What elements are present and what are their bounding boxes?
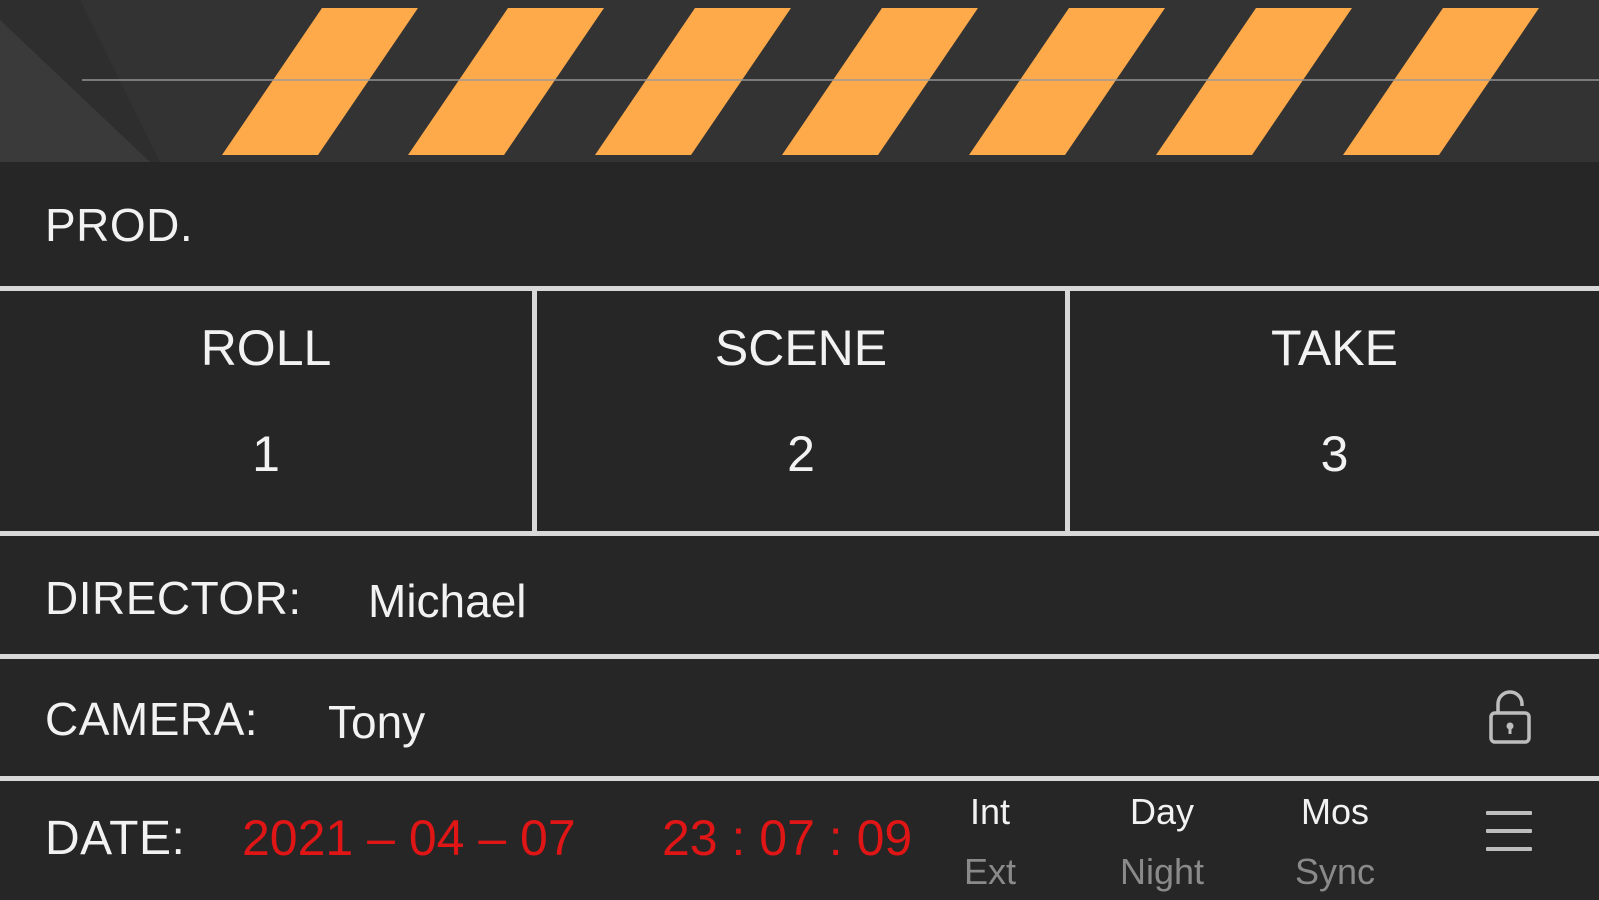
day-night-toggle[interactable]: Day Night bbox=[1102, 791, 1222, 893]
camera-row[interactable]: CAMERA: Tony bbox=[0, 659, 1599, 776]
director-row[interactable]: DIRECTOR: Michael bbox=[0, 536, 1599, 654]
scene-cell[interactable]: SCENE 2 bbox=[537, 291, 1065, 531]
clapper-stripes bbox=[0, 0, 1599, 162]
hamburger-menu-icon[interactable] bbox=[1486, 811, 1532, 853]
take-value: 3 bbox=[1320, 426, 1349, 482]
director-label: DIRECTOR: bbox=[45, 572, 302, 624]
director-value: Michael bbox=[368, 575, 527, 627]
roll-scene-take-grid: ROLL 1 SCENE 2 TAKE 3 bbox=[0, 291, 1599, 531]
date-value[interactable]: 2021 – 04 – 07 bbox=[242, 809, 576, 867]
camera-value: Tony bbox=[328, 696, 426, 748]
int-option: Int bbox=[969, 791, 1011, 832]
time-value[interactable]: 23 : 07 : 09 bbox=[662, 809, 912, 867]
sync-option: Sync bbox=[1294, 851, 1376, 892]
ext-option: Ext bbox=[963, 851, 1016, 892]
day-option: Day bbox=[1129, 791, 1195, 832]
lock-icon[interactable] bbox=[1488, 689, 1532, 745]
camera-label: CAMERA: bbox=[45, 693, 259, 745]
mos-option: Mos bbox=[1300, 791, 1369, 832]
scene-label: SCENE bbox=[714, 320, 888, 376]
int-ext-toggle[interactable]: Int Ext bbox=[930, 791, 1050, 893]
prod-label: PROD. bbox=[45, 199, 194, 251]
clapper-stick[interactable] bbox=[0, 0, 1599, 162]
roll-label: ROLL bbox=[200, 320, 332, 376]
take-label: TAKE bbox=[1271, 320, 1398, 376]
mos-sync-toggle[interactable]: Mos Sync bbox=[1275, 791, 1395, 893]
roll-value: 1 bbox=[252, 426, 280, 482]
take-cell[interactable]: TAKE 3 bbox=[1070, 291, 1599, 531]
date-row: DATE: 2021 – 04 – 07 23 : 07 : 09 Int Ex… bbox=[0, 781, 1599, 900]
roll-cell[interactable]: ROLL 1 bbox=[0, 291, 532, 531]
prod-row[interactable]: PROD. bbox=[0, 162, 1599, 286]
scene-value: 2 bbox=[787, 426, 815, 482]
date-label: DATE: bbox=[45, 812, 186, 865]
night-option: Night bbox=[1119, 851, 1205, 892]
